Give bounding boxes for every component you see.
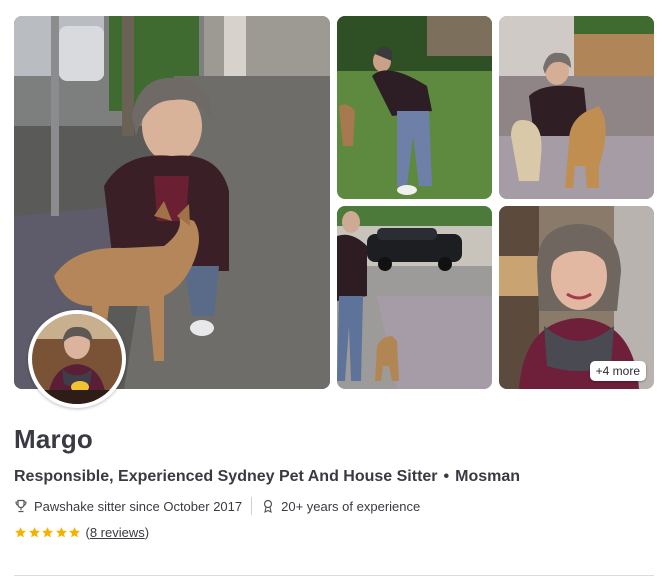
star-icon [69,527,80,538]
star-icon [15,527,26,538]
reviews-close-paren: ) [144,525,150,540]
photo-woman-walking-dog-in-garden [337,16,492,199]
section-divider [14,575,654,576]
sitter-meta-row: Pawshake sitter since October 2017 20+ y… [14,497,420,515]
headline-separator: • [443,468,450,485]
star-icon [42,527,53,538]
more-photos-badge[interactable]: +4 more [589,361,646,381]
sitter-headline-row: Responsible, Experienced Sydney Pet And … [14,468,520,486]
star-icon [55,527,67,538]
sitter-name: Margo [14,424,93,454]
photo-woman-with-two-dogs [499,16,654,199]
gallery-photo-2[interactable] [337,16,492,199]
reviews-link[interactable]: 8 reviews [90,525,145,540]
trophy-icon [15,499,27,513]
sitter-headline: Responsible, Experienced Sydney Pet And … [14,468,438,485]
avatar [28,310,126,408]
rating-row: (8 reviews) [14,525,149,540]
avatar-portrait [32,314,122,404]
award-ribbon-icon [264,499,273,513]
star-icon [28,527,40,538]
experience: 20+ years of experience [261,499,420,514]
member-since-text: Pawshake sitter since October 2017 [34,498,243,514]
meta-divider [251,497,253,515]
photo-woman-walking-dog-on-footpath [337,206,492,389]
gallery-photo-5[interactable]: +4 more [499,206,654,389]
gallery-photo-4[interactable] [337,206,492,389]
member-since: Pawshake sitter since October 2017 [14,499,242,514]
experience-text: 20+ years of experience [281,498,421,514]
gallery-photo-3[interactable] [499,16,654,199]
sitter-location: Mosman [455,468,521,485]
star-rating [14,526,82,539]
